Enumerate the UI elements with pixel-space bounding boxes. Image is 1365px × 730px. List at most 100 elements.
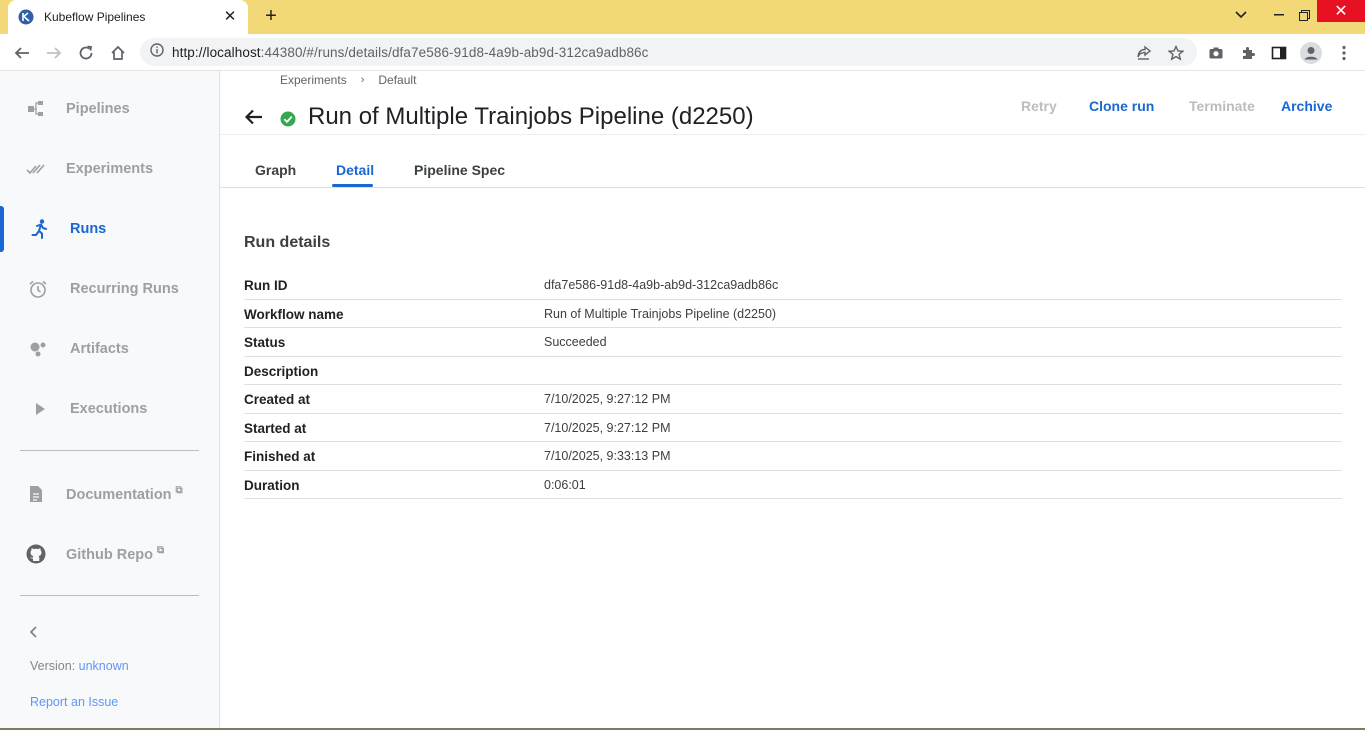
sidebar-divider — [20, 450, 199, 451]
detail-row-description: Description — [244, 357, 1342, 385]
detail-row-status: Status Succeeded — [244, 328, 1342, 357]
version-link[interactable]: unknown — [79, 659, 129, 673]
kubeflow-logo-icon — [18, 9, 34, 25]
runs-icon — [28, 217, 52, 241]
tab-pipeline-spec[interactable]: Pipeline Spec — [414, 162, 505, 178]
play-icon — [28, 397, 52, 421]
success-check-icon — [280, 111, 296, 127]
clone-run-button[interactable]: Clone run — [1089, 98, 1154, 114]
report-issue-link[interactable]: Report an Issue — [30, 695, 118, 709]
terminate-button[interactable]: Terminate — [1189, 98, 1255, 114]
detail-key: Run ID — [244, 278, 288, 293]
detail-key: Created at — [244, 392, 311, 407]
sidebar-item-label: Artifacts — [70, 341, 129, 357]
address-bar[interactable]: http://localhost:44380/#/runs/details/df… — [140, 38, 1197, 66]
collapse-sidebar-chevron-icon[interactable] — [26, 624, 42, 640]
chevron-right-icon: › — [360, 74, 365, 86]
browser-toolbar: http://localhost:44380/#/runs/details/df… — [0, 34, 1365, 71]
detail-row-started-at: Started at 7/10/2025, 9:27:12 PM — [244, 414, 1342, 442]
sidebar: Pipelines Experiments Runs Recurring Run… — [0, 71, 220, 730]
browser-tab-strip: Kubeflow Pipelines ✕ + ✕ — [0, 0, 1365, 34]
sidebar-item-pipelines[interactable]: Pipelines — [0, 79, 219, 139]
detail-value: dfa7e586-91d8-4a9b-ab9d-312ca9adb86c — [544, 278, 779, 292]
detail-value: 0:06:01 — [544, 477, 586, 492]
experiments-icon — [24, 157, 48, 181]
sidebar-item-recurring-runs[interactable]: Recurring Runs — [0, 259, 219, 319]
detail-row-run-id: Run ID dfa7e586-91d8-4a9b-ab9d-312ca9adb… — [244, 271, 1342, 300]
close-window-button[interactable]: ✕ — [1317, 0, 1365, 22]
detail-key: Description — [244, 363, 319, 379]
detail-key: Started at — [244, 420, 307, 436]
breadcrumb-experiments[interactable]: Experiments — [280, 73, 347, 87]
sidebar-link-label: Documentation ⧉ — [66, 485, 183, 503]
extensions-puzzle-icon[interactable] — [1235, 40, 1261, 66]
detail-value: 7/10/2025, 9:27:12 PM — [544, 420, 671, 435]
browser-menu-icon[interactable] — [1331, 40, 1357, 66]
sidebar-item-executions[interactable]: Executions — [0, 379, 219, 439]
minimize-window-button[interactable] — [1268, 0, 1290, 30]
sidebar-item-label: Experiments — [66, 161, 154, 177]
external-link-icon: ⧉ — [175, 485, 183, 497]
detail-row-workflow-name: Workflow name Run of Multiple Trainjobs … — [244, 300, 1342, 328]
sidebar-item-label: Runs — [70, 221, 107, 237]
main-content: Experiments › Default Run of Multiple Tr… — [220, 71, 1365, 730]
close-tab-icon[interactable]: ✕ — [222, 9, 238, 25]
forward-nav-icon[interactable] — [41, 40, 67, 66]
sidebar-divider — [20, 595, 199, 596]
new-tab-button[interactable]: + — [259, 5, 283, 29]
github-icon — [24, 542, 48, 566]
run-details-title: Run details — [244, 234, 331, 251]
page-title: Run of Multiple Trainjobs Pipeline (d225… — [308, 103, 754, 130]
browser-tab[interactable]: Kubeflow Pipelines ✕ — [8, 0, 248, 34]
home-icon[interactable] — [105, 40, 131, 66]
active-tab-indicator — [332, 184, 373, 187]
detail-key: Duration — [244, 477, 300, 493]
sidebar-item-experiments[interactable]: Experiments — [0, 139, 219, 199]
detail-key: Workflow name — [244, 306, 344, 322]
site-info-icon[interactable] — [150, 42, 164, 62]
sidebar-item-label: Recurring Runs — [70, 281, 179, 297]
external-link-icon: ⧉ — [157, 545, 165, 557]
header-divider — [220, 134, 1365, 135]
browser-tab-title: Kubeflow Pipelines — [44, 10, 146, 24]
sidebar-item-label: Executions — [70, 401, 148, 417]
detail-value: Run of Multiple Trainjobs Pipeline (d225… — [544, 306, 777, 321]
sidebar-link-label: Github Repo ⧉ — [66, 545, 164, 563]
reload-icon[interactable] — [73, 40, 99, 66]
version-label: Version: — [30, 659, 76, 673]
detail-value: Succeeded — [544, 335, 607, 349]
back-arrow-icon[interactable] — [244, 107, 266, 129]
detail-key: Status — [244, 335, 286, 350]
tab-detail[interactable]: Detail — [336, 162, 374, 178]
breadcrumb-default[interactable]: Default — [378, 73, 416, 87]
detail-row-duration: Duration 0:06:01 — [244, 471, 1342, 499]
tab-graph[interactable]: Graph — [255, 162, 296, 178]
detail-row-finished-at: Finished at 7/10/2025, 9:33:13 PM — [244, 442, 1342, 471]
sidebar-link-documentation[interactable]: Documentation ⧉ — [0, 464, 219, 524]
profile-avatar-icon[interactable] — [1298, 40, 1324, 66]
version-info: Version: unknown — [30, 659, 129, 673]
side-panel-icon[interactable] — [1266, 40, 1292, 66]
alarm-icon — [26, 277, 50, 301]
run-tabs: Graph Detail Pipeline Spec — [220, 153, 1365, 188]
detail-value: 7/10/2025, 9:33:13 PM — [544, 449, 671, 463]
archive-button[interactable]: Archive — [1281, 98, 1332, 114]
retry-button[interactable]: Retry — [1021, 98, 1057, 114]
tab-search-icon[interactable] — [1228, 0, 1254, 30]
url-text: http://localhost:44380/#/runs/details/df… — [172, 45, 649, 60]
bookmark-star-icon[interactable] — [1163, 40, 1189, 66]
run-details-table: Run ID dfa7e586-91d8-4a9b-ab9d-312ca9adb… — [244, 271, 1342, 499]
sidebar-link-github-repo[interactable]: Github Repo ⧉ — [0, 524, 219, 584]
sidebar-item-label: Pipelines — [66, 101, 130, 117]
github-repo-label: Github Repo — [66, 546, 153, 563]
back-nav-icon[interactable] — [9, 40, 35, 66]
camera-icon[interactable] — [1203, 40, 1229, 66]
sidebar-item-runs[interactable]: Runs — [0, 199, 219, 259]
document-icon — [24, 482, 48, 506]
documentation-label: Documentation — [66, 486, 172, 503]
artifacts-icon — [26, 337, 50, 361]
sidebar-item-artifacts[interactable]: Artifacts — [0, 319, 219, 379]
share-icon[interactable] — [1131, 40, 1157, 66]
restore-window-button[interactable] — [1293, 0, 1315, 30]
pipelines-icon — [24, 97, 48, 121]
